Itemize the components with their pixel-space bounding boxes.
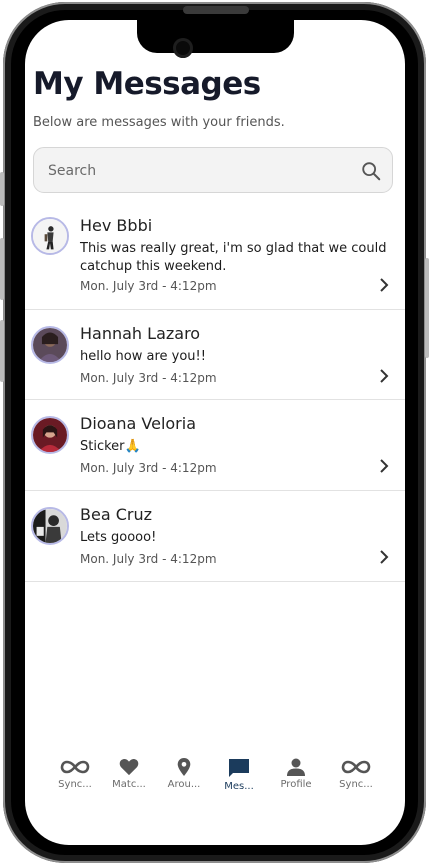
chat-bubble-icon: [229, 759, 249, 777]
tab-label: Sync...: [58, 779, 92, 790]
message-timestamp: Mon. July 3rd - 4:12pm: [80, 371, 217, 385]
phone-screen: My Messages Below are messages with your…: [25, 20, 405, 845]
heart-icon: [119, 758, 139, 776]
message-timestamp: Mon. July 3rd - 4:12pm: [80, 279, 217, 293]
tab-around[interactable]: Arou...: [155, 758, 213, 790]
side-button: [425, 258, 429, 358]
notch: [137, 20, 294, 53]
tab-label: Sync...: [339, 779, 373, 790]
message-preview: hello how are you!!: [80, 349, 206, 364]
person-icon: [287, 758, 305, 776]
avatar: [31, 217, 69, 255]
avatar: [31, 326, 69, 364]
contact-name: Hannah Lazaro: [80, 324, 201, 343]
page-subtitle: Below are messages with your friends.: [33, 115, 285, 130]
side-button: [0, 238, 4, 300]
tab-label: Mes...: [224, 781, 254, 792]
infinity-icon: [60, 760, 90, 774]
message-preview: This was really great, i'm so glad that …: [80, 241, 387, 274]
search-input[interactable]: [46, 157, 350, 185]
conversation-item[interactable]: Hannah Lazaro hello how are you!! Mon. J…: [25, 310, 405, 400]
speaker-grille: [183, 6, 249, 14]
location-pin-icon: [177, 758, 191, 776]
page-title: My Messages: [33, 66, 261, 102]
conversation-item[interactable]: Dioana Veloria Sticker🙏 Mon. July 3rd - …: [25, 400, 405, 491]
bottom-tab-bar: Sync... Matc... Arou... Mes... Profile S…: [25, 758, 405, 818]
avatar: [31, 507, 69, 545]
message-preview: Sticker🙏: [80, 439, 141, 454]
search-icon[interactable]: [360, 160, 382, 182]
tab-label: Arou...: [167, 779, 201, 790]
avatar: [31, 416, 69, 454]
tab-matches[interactable]: Matc...: [100, 758, 158, 790]
tab-sync[interactable]: Sync...: [46, 758, 104, 790]
tab-sync[interactable]: Sync...: [327, 758, 385, 790]
chevron-right-icon[interactable]: [379, 550, 389, 564]
chevron-right-icon[interactable]: [379, 459, 389, 473]
message-preview: Lets goooo!: [80, 530, 157, 545]
tab-profile[interactable]: Profile: [267, 758, 325, 790]
conversation-item[interactable]: Hev Bbbi This was really great, i'm so g…: [25, 210, 405, 310]
infinity-icon: [341, 760, 371, 774]
message-timestamp: Mon. July 3rd - 4:12pm: [80, 461, 217, 475]
search-bar[interactable]: [33, 147, 393, 193]
tab-label: Profile: [280, 779, 312, 790]
contact-name: Dioana Veloria: [80, 414, 196, 433]
contact-name: Bea Cruz: [80, 505, 152, 524]
conversation-item[interactable]: Bea Cruz Lets goooo! Mon. July 3rd - 4:1…: [25, 491, 405, 582]
side-button: [0, 320, 4, 382]
tab-messages[interactable]: Mes...: [210, 758, 268, 792]
message-timestamp: Mon. July 3rd - 4:12pm: [80, 552, 217, 566]
chevron-right-icon[interactable]: [379, 369, 389, 383]
conversation-list: Hev Bbbi This was really great, i'm so g…: [25, 210, 405, 582]
camera-lens: [173, 38, 193, 58]
contact-name: Hev Bbbi: [80, 216, 153, 235]
side-button: [0, 172, 4, 206]
tab-label: Matc...: [112, 779, 146, 790]
chevron-right-icon[interactable]: [379, 278, 389, 292]
